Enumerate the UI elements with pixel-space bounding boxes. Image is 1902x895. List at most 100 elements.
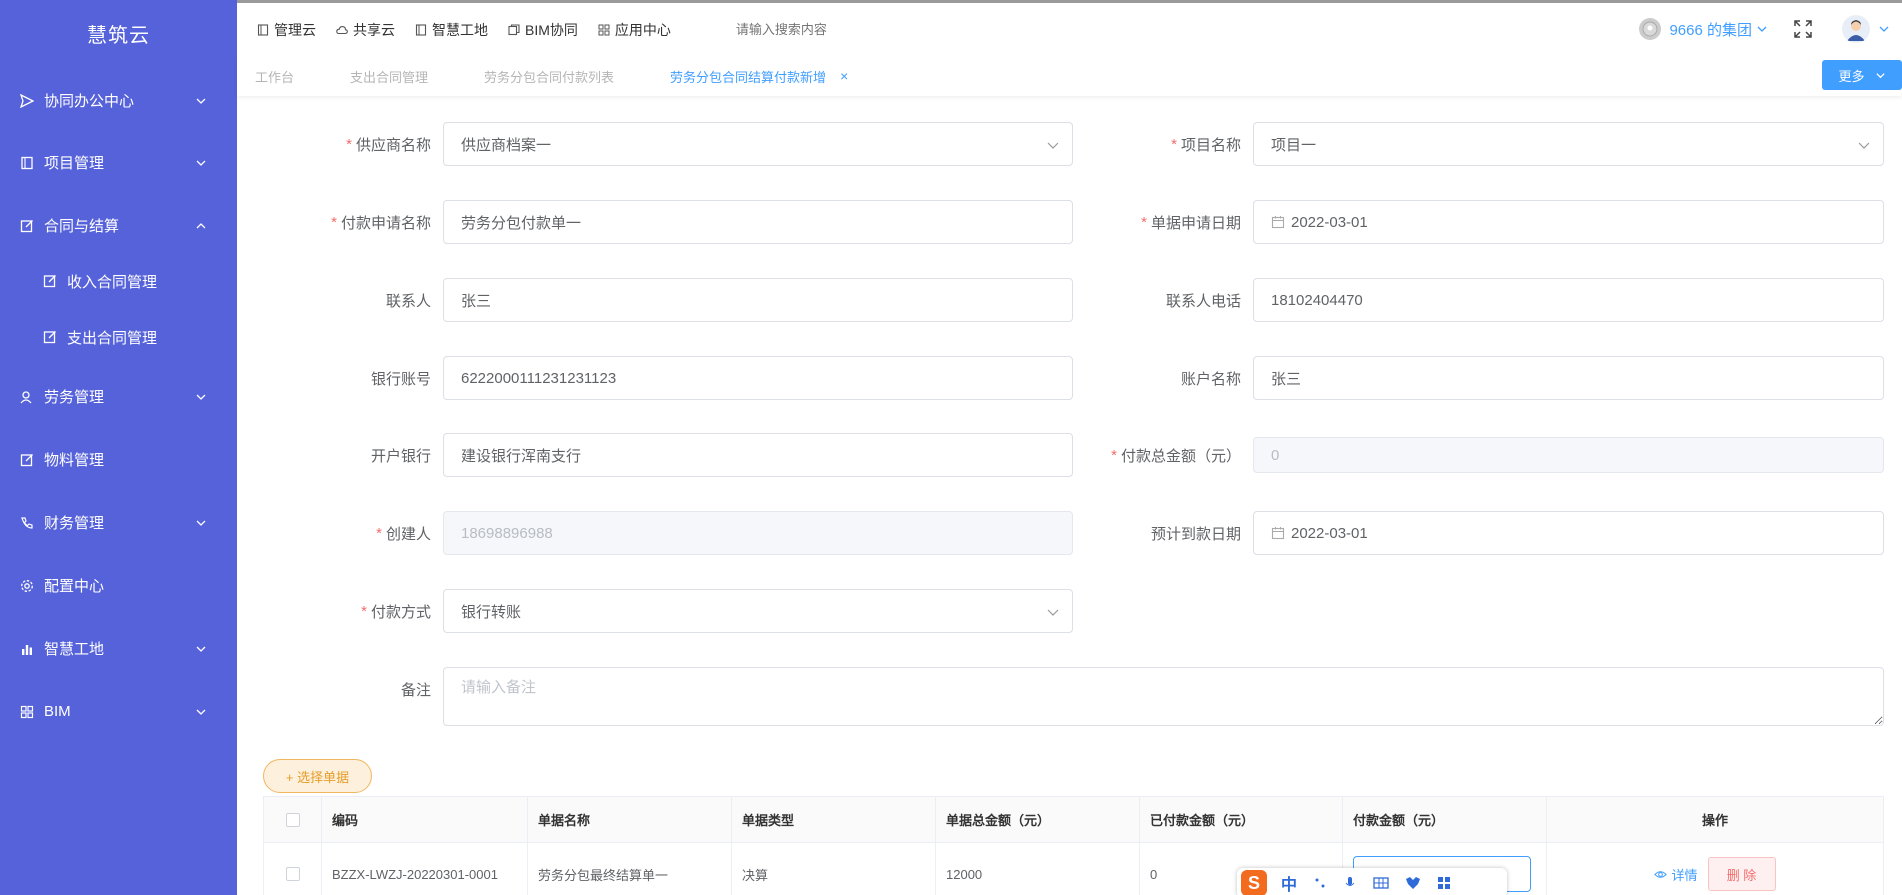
header-select-all[interactable] [264,797,322,842]
sidebar-item-contract[interactable]: 合同与结算 [0,194,237,257]
more-button[interactable]: 更多 [1822,60,1902,90]
row-select[interactable] [264,843,322,895]
creator-label: * 创建人 [263,511,431,555]
tab-expense-contract[interactable]: 支出合同管理 [350,67,428,86]
delete-button[interactable]: 删 除 [1707,857,1776,891]
account-name-input[interactable]: 张三 [1253,356,1884,400]
label-text: 付款总金额（元） [1120,447,1241,465]
sidebar-item-labor[interactable]: 劳务管理 [0,365,237,428]
ime-logo: S [1241,870,1267,895]
arrive-date-picker[interactable]: 2022-03-01 [1253,511,1884,555]
sidebar-item-finance[interactable]: 财务管理 [0,491,237,554]
punctuation-icon[interactable] [1313,876,1327,890]
chevron-down-icon[interactable] [1878,23,1890,35]
supplier-select[interactable]: 供应商档案一 [443,122,1073,166]
group-avatar [1639,18,1662,40]
contact-input[interactable]: 张三 [443,278,1073,322]
chevron-down-icon [196,520,206,526]
label-text: 付款方式 [370,603,431,621]
topnav-manage-cloud[interactable]: 管理云 [257,20,316,40]
sidebar-item-label: 物料管理 [44,452,105,469]
top-nav: 管理云 共享云 智慧工地 BIM协同 应用中心 [237,20,936,40]
col-amount: 付款金额（元） [1343,797,1547,842]
col-name: 单据名称 [528,797,732,842]
ime-toolbar[interactable]: S 中 [1237,868,1507,895]
sidebar-item-label: 合同与结算 [44,218,120,235]
topnav-smart-site[interactable]: 智慧工地 [415,20,488,40]
phone-input[interactable]: 18102404470 [1253,278,1884,322]
sidebar-item-config[interactable]: 配置中心 [0,554,237,617]
tab-labor-payment-list[interactable]: 劳务分包合同付款列表 [484,67,614,86]
sidebar-item-bim[interactable]: BIM [0,680,237,743]
checkbox[interactable] [285,867,300,881]
label-text: 项目名称 [1180,136,1241,154]
tabs-bar: 工作台 支出合同管理 劳务分包合同付款列表 劳务分包合同结算付款新增 × 更多 [237,56,1902,96]
sidebar-item-smart-site[interactable]: 智慧工地 [0,617,237,680]
bank-input[interactable]: 建设银行浑南支行 [443,433,1073,477]
chevron-down-icon [196,709,206,715]
required-mark: * [1141,213,1147,231]
user-avatar[interactable] [1842,15,1870,43]
tab-labor-settlement-new[interactable]: 劳务分包合同结算付款新增 × [670,67,848,86]
fullscreen-icon[interactable] [1794,20,1812,38]
keyboard-icon[interactable] [1373,876,1389,890]
detail-link[interactable]: 详情 [1654,865,1698,884]
pay-method-select[interactable]: 银行转账 [443,589,1073,633]
close-icon[interactable]: × [840,68,848,84]
topnav-share-cloud[interactable]: 共享云 [336,20,395,40]
group-switcher[interactable]: 9666 的集团 [1669,19,1768,40]
pay-method-label: * 付款方式 [263,589,431,633]
required-mark: * [331,213,337,231]
sidebar-item-collab-office[interactable]: 协同办公中心 [0,69,237,132]
sidebar-item-project[interactable]: 项目管理 [0,131,237,194]
select-value: 供应商档案一 [461,136,552,154]
input-value: 建设银行浑南支行 [461,447,582,465]
chevron-down-icon [196,646,206,652]
apply-date-picker[interactable]: 2022-03-01 [1253,200,1884,244]
chevron-down-icon [196,160,206,166]
sidebar-subitem-label: 支出合同管理 [67,329,158,347]
sidebar-item-material[interactable]: 物料管理 [0,428,237,491]
grid-icon [598,24,610,35]
ime-mode[interactable]: 中 [1281,871,1297,895]
bank-account-input[interactable]: 6222000111231231123 [443,356,1073,400]
toolbox-icon[interactable] [1437,876,1451,890]
global-search-input[interactable] [735,22,936,37]
edit-icon [43,274,57,288]
table-header: 编码 单据名称 单据类型 单据总金额（元） 已付款金额（元） 付款金额（元） 操… [264,797,1883,843]
apply-date-label: * 单据申请日期 [1073,200,1241,244]
cell-type: 决算 [732,843,936,895]
sidebar-subitem-income-contract[interactable]: 收入合同管理 [0,253,237,309]
col-paid: 已付款金额（元） [1140,797,1343,842]
sidebar-item-label: 智慧工地 [44,641,105,658]
input-value: 18102404470 [1271,291,1363,309]
user-shield-icon [20,390,34,404]
tab-label: 劳务分包合同付款列表 [484,69,615,85]
remark-textarea[interactable] [443,667,1884,726]
checkbox[interactable] [285,812,300,827]
chevron-down-icon [1047,609,1059,616]
sidebar-subitem-expense-contract[interactable]: 支出合同管理 [0,309,237,365]
sidebar-subitem-label: 收入合同管理 [67,273,158,291]
project-select[interactable]: 项目一 [1253,122,1884,166]
tab-workbench[interactable]: 工作台 [255,67,294,86]
book-icon [415,23,427,36]
microphone-icon[interactable] [1343,876,1357,890]
table-row: BZZX-LWZJ-20220301-0001 劳务分包最终结算单一 决算 12… [264,843,1883,895]
sidebar-item-label: 项目管理 [44,155,105,172]
tab-label: 劳务分包合同结算付款新增 [670,69,827,85]
topnav-bim[interactable]: BIM协同 [508,20,578,40]
cell-total: 12000 [936,843,1140,895]
grid-icon [20,705,34,719]
select-documents-button[interactable]: + 选择单据 [263,759,372,793]
skin-icon[interactable] [1405,876,1421,890]
topnav-app-center[interactable]: 应用中心 [598,20,671,40]
label-text: 供应商名称 [355,136,431,154]
total-amount-label: * 付款总金额（元） [1073,433,1241,477]
cell-name: 劳务分包最终结算单一 [528,843,732,895]
input-value: 劳务分包付款单一 [461,214,582,232]
sidebar-item-label: BIM [44,703,71,720]
edit-icon [43,330,57,344]
pay-name-input[interactable]: 劳务分包付款单一 [443,200,1073,244]
chevron-down-icon [1047,142,1059,149]
